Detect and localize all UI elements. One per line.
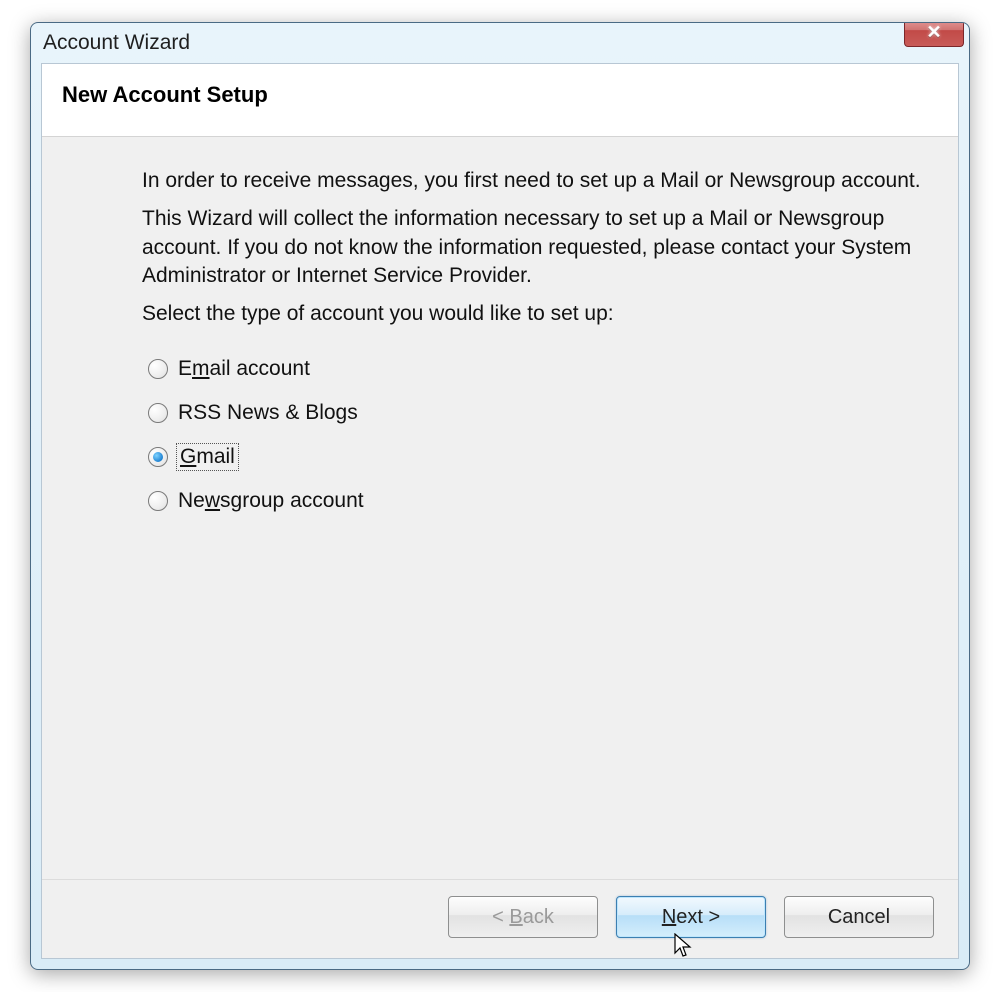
radio-icon <box>148 359 168 379</box>
intro-paragraph-3: Select the type of account you would lik… <box>142 300 923 328</box>
radio-label: Email account <box>178 357 310 381</box>
radio-label: Newsgroup account <box>178 489 364 513</box>
account-type-radio-group: Email account RSS News & Blogs Gmail New… <box>142 357 923 513</box>
back-button[interactable]: < Back <box>448 896 598 938</box>
titlebar[interactable]: Account Wizard ✕ <box>31 23 969 63</box>
button-bar: < Back Next > Cancel <box>42 880 958 958</box>
close-button[interactable]: ✕ <box>904 22 964 47</box>
page-title: New Account Setup <box>62 82 938 108</box>
intro-paragraph-1: In order to receive messages, you first … <box>142 167 923 195</box>
radio-email-account[interactable]: Email account <box>148 357 923 381</box>
radio-label: RSS News & Blogs <box>178 401 358 425</box>
window-title: Account Wizard <box>43 31 190 55</box>
radio-rss-news-blogs[interactable]: RSS News & Blogs <box>148 401 923 425</box>
close-icon: ✕ <box>926 23 941 41</box>
wizard-header: New Account Setup <box>42 64 958 137</box>
wizard-content: In order to receive messages, you first … <box>42 137 958 879</box>
radio-gmail[interactable]: Gmail <box>148 445 923 469</box>
next-button[interactable]: Next > <box>616 896 766 938</box>
cancel-button[interactable]: Cancel <box>784 896 934 938</box>
client-area: New Account Setup In order to receive me… <box>41 63 959 959</box>
radio-icon <box>148 403 168 423</box>
account-wizard-window: Account Wizard ✕ New Account Setup In or… <box>30 22 970 970</box>
radio-label: Gmail <box>178 445 237 469</box>
intro-paragraph-2: This Wizard will collect the information… <box>142 205 923 290</box>
radio-newsgroup-account[interactable]: Newsgroup account <box>148 489 923 513</box>
radio-icon <box>148 491 168 511</box>
radio-icon <box>148 447 168 467</box>
